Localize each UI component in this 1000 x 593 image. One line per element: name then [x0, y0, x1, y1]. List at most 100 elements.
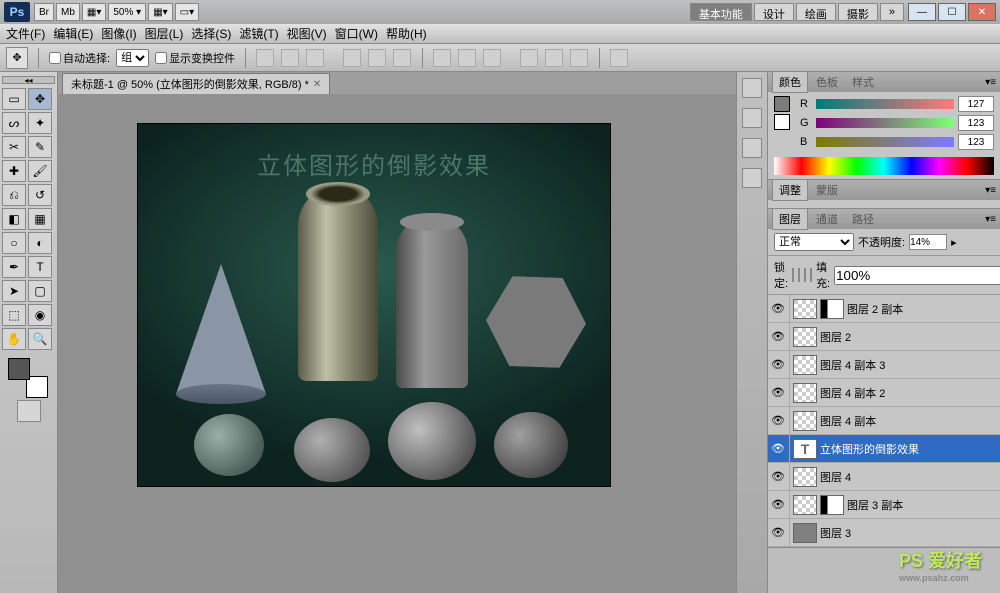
- canvas[interactable]: 立体图形的倒影效果: [58, 94, 736, 593]
- camera-tool-icon[interactable]: ◉: [28, 304, 52, 326]
- green-value[interactable]: [958, 115, 994, 131]
- lock-pixels-icon[interactable]: [798, 268, 800, 282]
- menu-view[interactable]: 视图(V): [287, 25, 327, 42]
- current-tool-icon[interactable]: ✥: [6, 47, 28, 69]
- align-bottom-icon[interactable]: [306, 49, 324, 67]
- distribute-right-icon[interactable]: [570, 49, 588, 67]
- auto-select-checkbox[interactable]: 自动选择:: [49, 50, 110, 66]
- fg-color-swatch[interactable]: [774, 96, 790, 112]
- history-panel-icon[interactable]: [742, 78, 762, 98]
- gradient-tool-icon[interactable]: ▦: [28, 208, 52, 230]
- actions-panel-icon[interactable]: [742, 108, 762, 128]
- layer-row[interactable]: 👁图层 2 副本: [768, 295, 1000, 323]
- layer-row[interactable]: 👁图层 4 副本: [768, 407, 1000, 435]
- minibridge-button[interactable]: Mb: [56, 3, 80, 21]
- menu-select[interactable]: 选择(S): [191, 25, 231, 42]
- menu-edit[interactable]: 编辑(E): [53, 25, 93, 42]
- distribute-vcenter-icon[interactable]: [458, 49, 476, 67]
- align-hcenter-icon[interactable]: [368, 49, 386, 67]
- dodge-tool-icon[interactable]: ◐: [28, 232, 52, 254]
- show-transform-checkbox[interactable]: 显示变换控件: [155, 50, 235, 66]
- crop-tool-icon[interactable]: ✂: [2, 136, 26, 158]
- tab-adjustments[interactable]: 调整: [772, 179, 808, 201]
- layer-list[interactable]: 👁图层 2 副本👁图层 2👁图层 4 副本 3👁图层 4 副本 2👁图层 4 副…: [768, 295, 1000, 547]
- arrange-button[interactable]: ▦▾: [148, 3, 172, 21]
- color-spectrum[interactable]: [774, 157, 994, 175]
- hand-tool-icon[interactable]: ✋: [2, 328, 26, 350]
- menu-window[interactable]: 窗口(W): [335, 25, 378, 42]
- distribute-bottom-icon[interactable]: [483, 49, 501, 67]
- stamp-tool-icon[interactable]: ⎌: [2, 184, 26, 206]
- tab-channels[interactable]: 通道: [810, 209, 844, 229]
- lock-position-icon[interactable]: [804, 268, 806, 282]
- minimize-button[interactable]: —: [908, 3, 936, 21]
- workspace-photography[interactable]: 摄影: [838, 3, 878, 21]
- menu-file[interactable]: 文件(F): [6, 25, 45, 42]
- heal-tool-icon[interactable]: ✚: [2, 160, 26, 182]
- move-tool-icon[interactable]: ✥: [28, 88, 52, 110]
- clone-panel-icon[interactable]: [742, 168, 762, 188]
- tab-styles[interactable]: 样式: [846, 72, 880, 92]
- menu-help[interactable]: 帮助(H): [386, 25, 427, 42]
- align-right-icon[interactable]: [393, 49, 411, 67]
- visibility-icon[interactable]: 👁: [770, 385, 786, 401]
- visibility-icon[interactable]: 👁: [770, 441, 786, 457]
- view-extras-button[interactable]: ▦▾: [82, 3, 106, 21]
- auto-select-type[interactable]: 组: [116, 49, 149, 67]
- layer-row[interactable]: 👁图层 3: [768, 519, 1000, 547]
- lock-transparency-icon[interactable]: [792, 268, 794, 282]
- panel-menu-icon[interactable]: ▾≡: [985, 77, 996, 88]
- path-select-icon[interactable]: ➤: [2, 280, 26, 302]
- distribute-left-icon[interactable]: [520, 49, 538, 67]
- visibility-icon[interactable]: 👁: [770, 469, 786, 485]
- quickmask-icon[interactable]: [17, 400, 41, 422]
- align-top-icon[interactable]: [256, 49, 274, 67]
- menu-filter[interactable]: 滤镜(T): [239, 25, 278, 42]
- layer-row[interactable]: 👁图层 2: [768, 323, 1000, 351]
- eyedropper-tool-icon[interactable]: ✎: [28, 136, 52, 158]
- blend-mode-select[interactable]: 正常: [774, 233, 854, 251]
- bridge-button[interactable]: Br: [34, 3, 54, 21]
- workspace-essentials[interactable]: 基本功能: [690, 3, 752, 21]
- fill-input[interactable]: [834, 266, 1000, 285]
- zoom-tool-icon[interactable]: 🔍: [28, 328, 52, 350]
- distribute-hcenter-icon[interactable]: [545, 49, 563, 67]
- workspace-more[interactable]: »: [880, 3, 904, 21]
- zoom-level-button[interactable]: 50% ▾: [108, 3, 146, 21]
- layer-row[interactable]: 👁T立体图形的倒影效果: [768, 435, 1000, 463]
- visibility-icon[interactable]: 👁: [770, 329, 786, 345]
- document-tab[interactable]: 未标题-1 @ 50% (立体图形的倒影效果, RGB/8) *✕: [62, 73, 330, 94]
- auto-align-icon[interactable]: [610, 49, 628, 67]
- bg-color-swatch[interactable]: [774, 114, 790, 130]
- tab-masks[interactable]: 蒙版: [810, 180, 844, 200]
- tab-paths[interactable]: 路径: [846, 209, 880, 229]
- align-left-icon[interactable]: [343, 49, 361, 67]
- workspace-design[interactable]: 设计: [754, 3, 794, 21]
- eraser-tool-icon[interactable]: ◧: [2, 208, 26, 230]
- tab-color[interactable]: 颜色: [772, 71, 808, 93]
- color-swatch[interactable]: [8, 358, 48, 398]
- lock-all-icon[interactable]: [810, 268, 812, 282]
- maximize-button[interactable]: ☐: [938, 3, 966, 21]
- 3d-tool-icon[interactable]: ⬚: [2, 304, 26, 326]
- tab-swatches[interactable]: 色板: [810, 72, 844, 92]
- collapse-toolbox-icon[interactable]: ◂◂: [2, 76, 55, 84]
- layer-row[interactable]: 👁图层 4 副本 3: [768, 351, 1000, 379]
- wand-tool-icon[interactable]: ✦: [28, 112, 52, 134]
- brush-panel-icon[interactable]: [742, 138, 762, 158]
- history-brush-icon[interactable]: ↺: [28, 184, 52, 206]
- close-button[interactable]: ✕: [968, 3, 996, 21]
- marquee-tool-icon[interactable]: ▭: [2, 88, 26, 110]
- panel-menu-icon[interactable]: ▾≡: [985, 185, 996, 196]
- layer-row[interactable]: 👁图层 4: [768, 463, 1000, 491]
- opacity-input[interactable]: [909, 234, 947, 250]
- tab-layers[interactable]: 图层: [772, 208, 808, 230]
- menu-image[interactable]: 图像(I): [101, 25, 136, 42]
- close-tab-icon[interactable]: ✕: [313, 79, 321, 90]
- visibility-icon[interactable]: 👁: [770, 525, 786, 541]
- shape-tool-icon[interactable]: ▢: [28, 280, 52, 302]
- screen-mode-button[interactable]: ▭▾: [175, 3, 199, 21]
- layer-row[interactable]: 👁图层 4 副本 2: [768, 379, 1000, 407]
- green-slider[interactable]: [816, 118, 954, 128]
- visibility-icon[interactable]: 👁: [770, 497, 786, 513]
